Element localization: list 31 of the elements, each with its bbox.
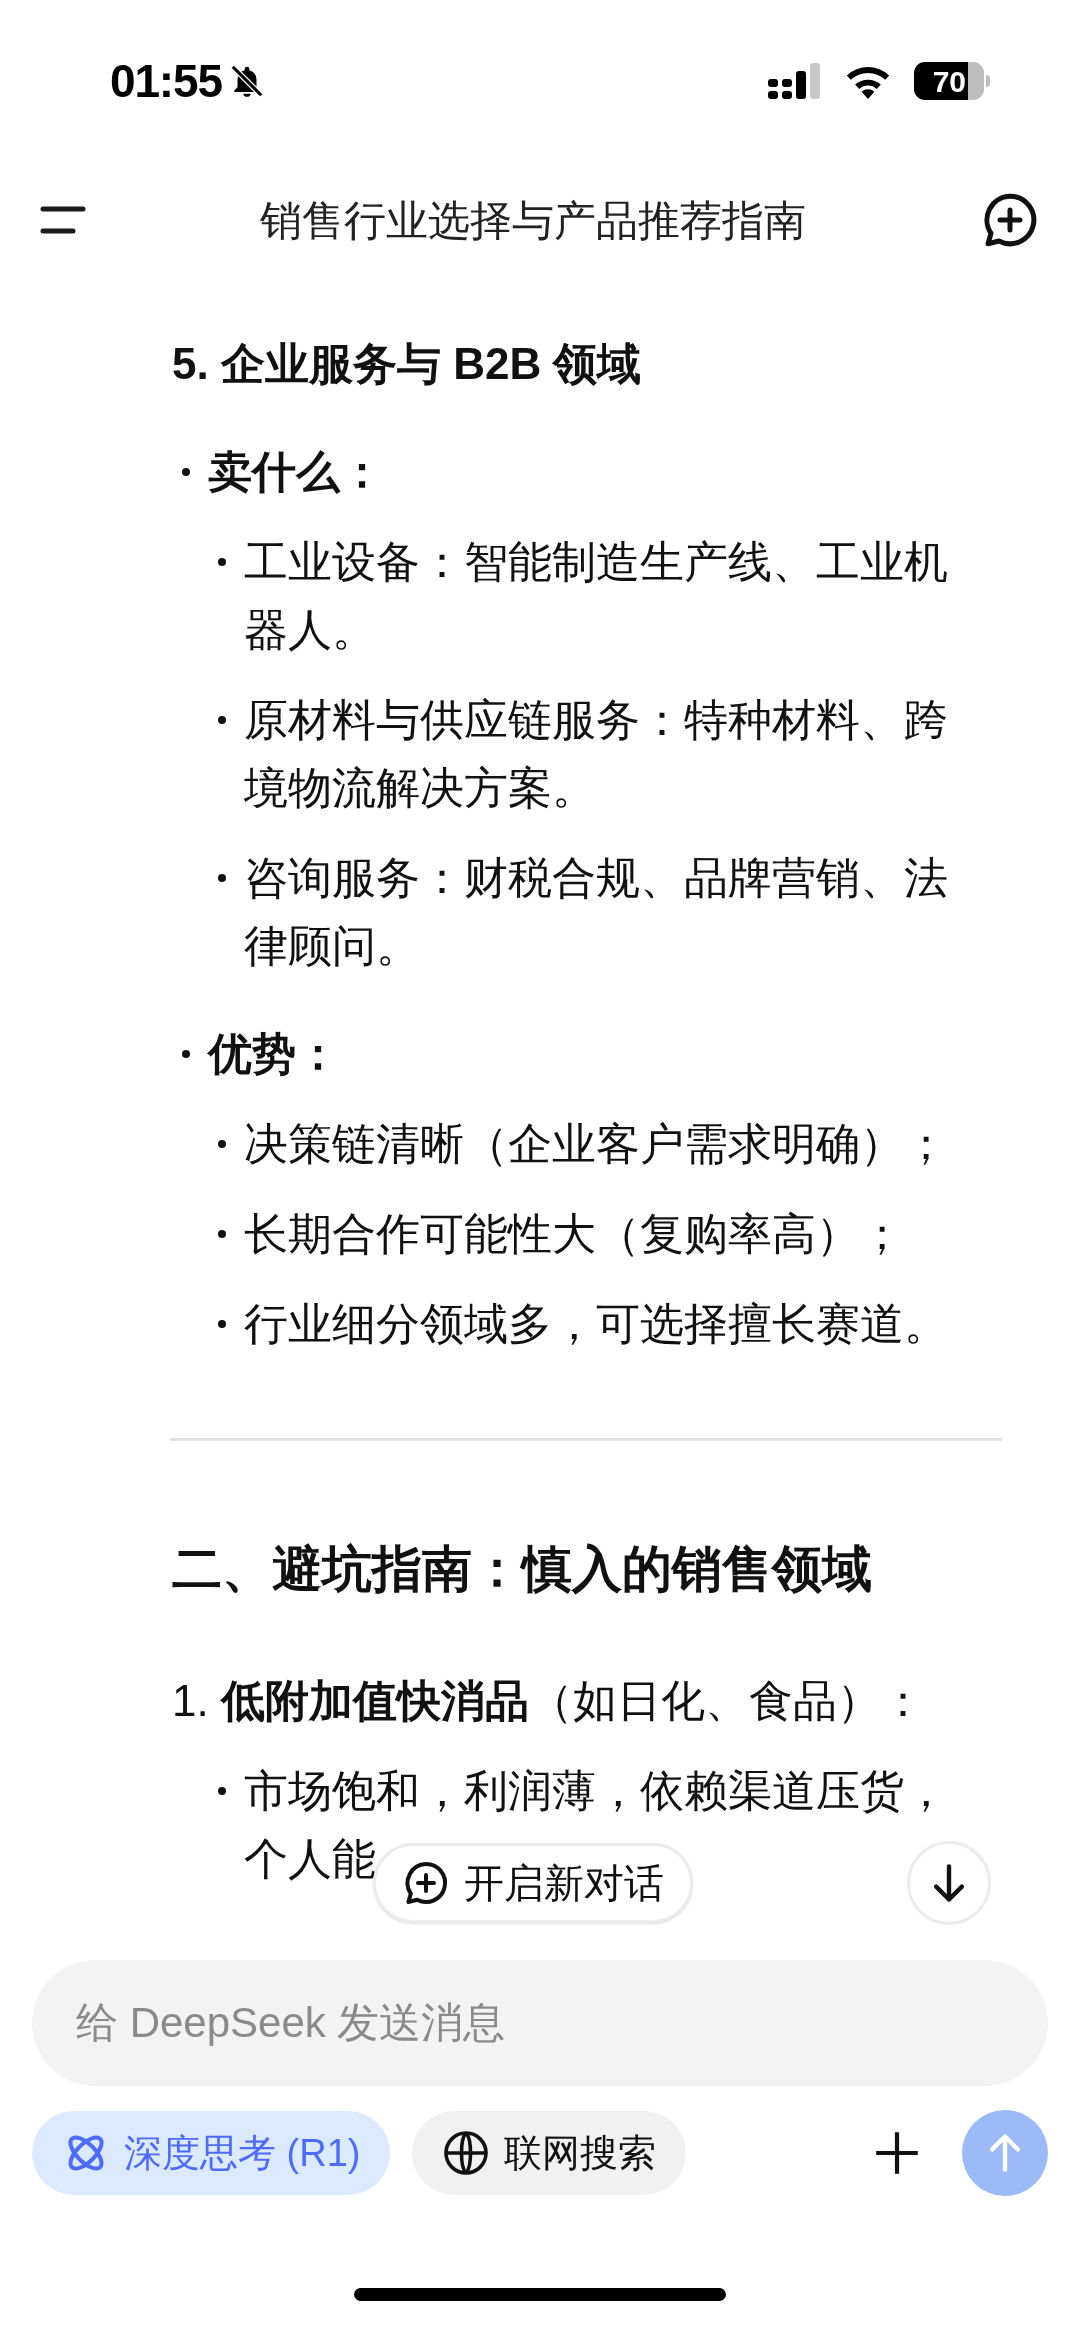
status-time: 01:55 — [110, 53, 222, 109]
bullet-icon — [218, 1787, 226, 1795]
section-heading: 5. 企业服务与 B2B 领域 — [172, 338, 643, 390]
message-input[interactable]: 给 DeepSeek 发送消息 — [32, 1960, 1048, 2086]
bullet-icon — [218, 874, 226, 882]
list-item-line: 市场饱和，利润薄，依赖渠道压货， — [244, 1765, 948, 1817]
list-item-text: 咨询服务：财税合规、品牌营销、法律顾问。 — [244, 852, 949, 972]
numbered-item-text: 1. 低附加值快消品（如日化、食品）： — [172, 1676, 925, 1725]
menu-icon[interactable] — [40, 204, 86, 236]
bullet-icon — [218, 1140, 226, 1148]
bullet-icon — [218, 1230, 226, 1238]
bullet-icon — [182, 468, 190, 476]
signal-icon — [768, 63, 822, 99]
new-chat-icon — [402, 1859, 450, 1907]
chat-title: 销售行业选择与产品推荐指南 — [260, 195, 806, 246]
list-item-text: 行业细分领域多，可选择擅长赛道。 — [244, 1298, 949, 1350]
list-item-text: 原材料与供应链服务：特种材料、跨境物流解决方案。 — [244, 694, 949, 814]
list-item-text: 决策链清晰（企业客户需求明确）； — [244, 1118, 949, 1170]
globe-icon — [442, 2129, 491, 2177]
bullet-icon — [182, 1050, 190, 1058]
list-item-line: 个人能 — [244, 1833, 376, 1885]
bullet-icon — [218, 1320, 226, 1328]
list-item-label: 优势： — [208, 1028, 340, 1080]
list-item-label: 卖什么： — [208, 446, 384, 498]
section-heading: 二、避坑指南：慎入的销售领域 — [172, 1540, 873, 1599]
bullet-icon — [218, 716, 226, 724]
list-item-text: 长期合作可能性大（复购率高）； — [244, 1208, 905, 1260]
bullet-icon — [218, 558, 226, 566]
web-search-toggle[interactable]: 联网搜索 — [412, 2111, 687, 2195]
deep-think-toggle[interactable]: 深度思考 (R1) — [32, 2111, 391, 2195]
list-item-text: 工业设备：智能制造生产线、工业机器人。 — [244, 536, 949, 656]
